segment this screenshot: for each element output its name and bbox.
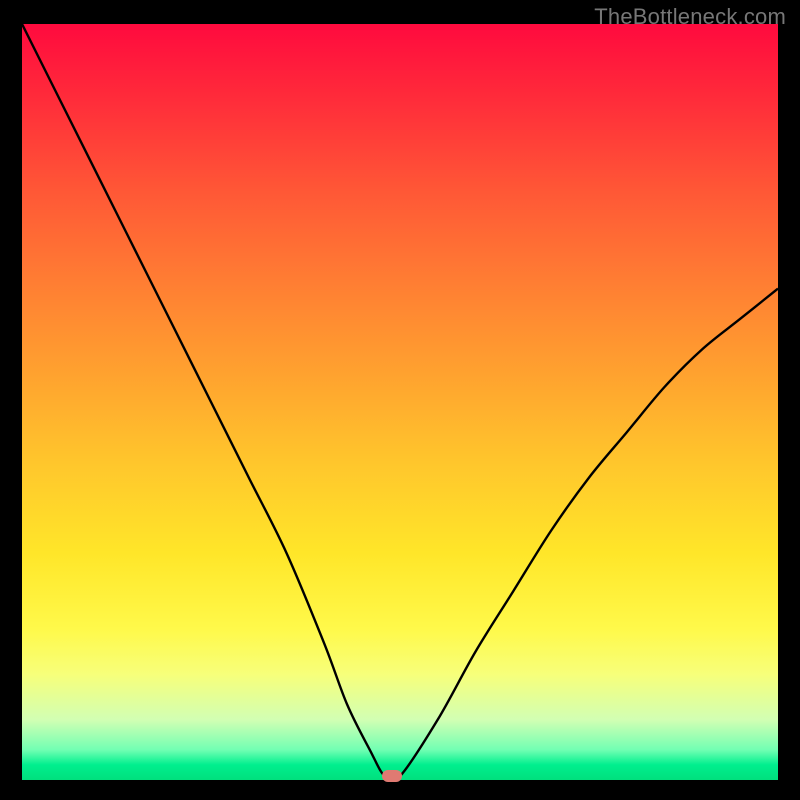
chart-frame: TheBottleneck.com	[0, 0, 800, 800]
minimum-marker	[382, 770, 402, 782]
bottleneck-curve	[22, 24, 778, 780]
watermark-text: TheBottleneck.com	[594, 4, 786, 30]
plot-area	[22, 24, 778, 780]
